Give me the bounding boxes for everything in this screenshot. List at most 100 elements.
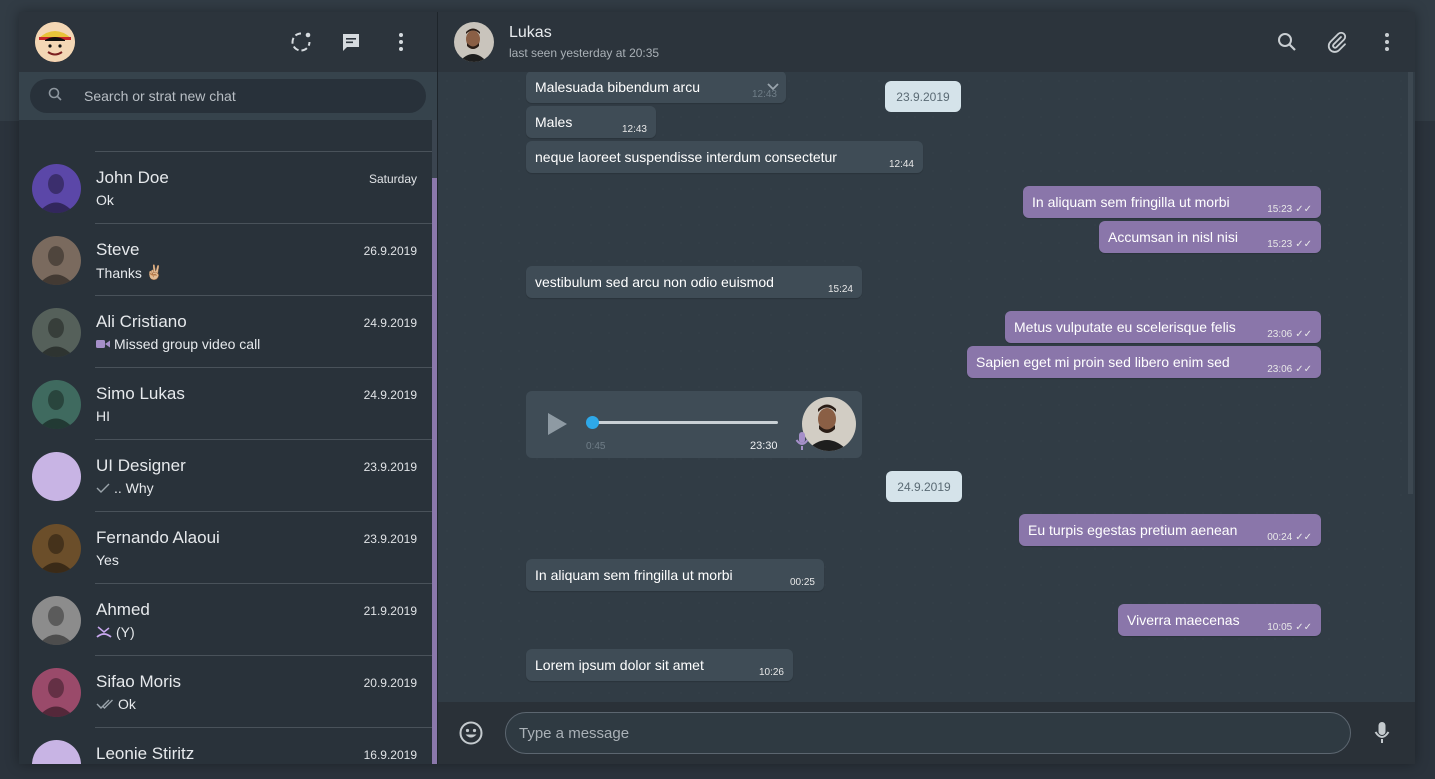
composer bbox=[438, 702, 1415, 764]
chat-list-scroll-thumb[interactable] bbox=[432, 120, 437, 178]
menu-kebab-icon[interactable] bbox=[389, 30, 413, 54]
chat-time: 21.9.2019 bbox=[363, 604, 417, 618]
message-time: 23:06 ✓✓ bbox=[1267, 329, 1312, 340]
chat-row[interactable]: Leonie Stiritz16.9.2019Danke😊 bbox=[19, 728, 432, 764]
emoji-icon[interactable] bbox=[459, 721, 483, 745]
conversation-header[interactable]: Lukas last seen yesterday at 20:35 bbox=[438, 12, 1415, 72]
contact-avatar[interactable] bbox=[32, 523, 81, 573]
chat-row[interactable]: Ahmed 21.9.2019 (Y) bbox=[19, 584, 432, 656]
new-chat-icon[interactable] bbox=[339, 30, 363, 54]
contact-avatar[interactable] bbox=[32, 739, 81, 764]
search-input[interactable] bbox=[84, 88, 384, 104]
conversation: Lukas last seen yesterday at 20:35 Males… bbox=[438, 12, 1415, 764]
chat-row[interactable]: John Doe Saturday Ok bbox=[19, 152, 432, 224]
contact-avatar[interactable] bbox=[32, 307, 81, 357]
chevron-down-icon[interactable] bbox=[766, 79, 780, 95]
voice-progress-dot[interactable] bbox=[586, 416, 599, 429]
double-check-icon: ✓✓ bbox=[1295, 622, 1312, 633]
double-check-icon: ✓✓ bbox=[1295, 364, 1312, 375]
chat-row-meta: Sifao Moris 20.9.2019 Ok bbox=[95, 656, 432, 728]
message-bubble-in[interactable]: vestibulum sed arcu non odio euismod 15:… bbox=[526, 266, 862, 298]
message-bubble-in[interactable]: Malesuada bibendum arcu 12:43 bbox=[526, 72, 786, 103]
contact-avatar[interactable] bbox=[32, 667, 81, 717]
message-bubble-out[interactable]: In aliquam sem fringilla ut morbi 15:23 ✓… bbox=[1023, 186, 1321, 218]
message-text: Lorem ipsum dolor sit amet bbox=[535, 657, 704, 673]
double-check-icon: ✓✓ bbox=[1295, 204, 1312, 215]
double-check-icon: ✓✓ bbox=[1295, 329, 1312, 340]
chat-name: Fernando Alaoui bbox=[96, 528, 220, 547]
contact-name: Lukas bbox=[509, 24, 552, 41]
attach-icon[interactable] bbox=[1325, 30, 1349, 54]
contact-avatar[interactable] bbox=[32, 451, 81, 501]
chat-name: Simo Lukas bbox=[96, 384, 185, 403]
search-bar bbox=[19, 72, 437, 120]
message-time: 10:05 ✓✓ bbox=[1267, 622, 1312, 633]
message-bubble-out[interactable]: Sapien eget mi proin sed libero enim sed… bbox=[967, 346, 1321, 378]
play-icon[interactable] bbox=[546, 412, 568, 441]
mic-icon bbox=[795, 431, 809, 456]
message-text: Malesuada bibendum arcu bbox=[535, 79, 700, 95]
message-text: Sapien eget mi proin sed libero enim sed bbox=[976, 354, 1230, 370]
message-bubble-out[interactable]: Eu turpis egestas pretium aenean 00:24 ✓✓ bbox=[1019, 514, 1321, 546]
message-time: 12:43 bbox=[621, 124, 647, 135]
message-bubble-in[interactable]: In aliquam sem fringilla ut morbi 00:25 bbox=[526, 559, 824, 591]
chat-row[interactable]: Fernando Alaoui 23.9.2019 Yes bbox=[19, 512, 432, 584]
message-time: 15:23 ✓✓ bbox=[1267, 204, 1312, 215]
search-box[interactable] bbox=[30, 79, 426, 113]
chat-last-message: Ok bbox=[96, 696, 136, 712]
chat-menu-icon[interactable] bbox=[1375, 30, 1399, 54]
last-message-text: Missed group video call bbox=[114, 336, 261, 352]
message-scrollbar[interactable] bbox=[1408, 72, 1413, 494]
contact-info: Lukas last seen yesterday at 20:35 bbox=[509, 24, 659, 60]
chat-row[interactable]: UI Designer 23.9.2019 .. Why bbox=[19, 440, 432, 512]
contact-avatar[interactable] bbox=[32, 379, 81, 429]
message-bubble-out[interactable]: Metus vulputate eu scelerisque felis 23:… bbox=[1005, 311, 1321, 343]
message-area[interactable]: Malesuada bibendum arcu 12:43 Males 12:4… bbox=[438, 72, 1415, 702]
check-icon bbox=[96, 483, 110, 493]
voice-message: 0:45 23:30 bbox=[526, 391, 862, 458]
message-bubble-in[interactable]: Lorem ipsum dolor sit amet 10:26 bbox=[526, 649, 793, 681]
chat-row[interactable]: Sifao Moris 20.9.2019 Ok bbox=[19, 656, 432, 728]
last-message-text: Thanks bbox=[96, 264, 142, 281]
chat-row-meta: Fernando Alaoui 23.9.2019 Yes bbox=[95, 512, 432, 584]
chat-time: 24.9.2019 bbox=[363, 388, 417, 402]
message-time: 15:23 ✓✓ bbox=[1267, 239, 1312, 250]
message-bubble-out[interactable]: Accumsan in nisl nisi 15:23 ✓✓ bbox=[1099, 221, 1321, 253]
message-text: Metus vulputate eu scelerisque felis bbox=[1014, 319, 1236, 335]
voice-track[interactable] bbox=[592, 421, 778, 424]
chat-time: 20.9.2019 bbox=[363, 676, 417, 690]
chat-row[interactable]: Ali Cristiano 24.9.2019 Missed group video… bbox=[19, 296, 432, 368]
message-text: Males bbox=[535, 114, 573, 130]
voice-sender-avatar bbox=[802, 397, 856, 451]
double-check-icon: ✓✓ bbox=[1295, 239, 1312, 250]
contact-avatar[interactable] bbox=[454, 22, 494, 62]
message-bubble-in[interactable]: neque laoreet suspendisse interdum conse… bbox=[526, 141, 923, 173]
chat-name: Ali Cristiano bbox=[96, 312, 187, 331]
sidebar-header bbox=[19, 12, 437, 72]
message-text: vestibulum sed arcu non odio euismod bbox=[535, 274, 774, 290]
contact-avatar[interactable] bbox=[32, 235, 81, 285]
chat-list-scrollbar[interactable] bbox=[432, 120, 437, 764]
my-avatar[interactable] bbox=[35, 22, 75, 62]
chat-row-meta: Ali Cristiano 24.9.2019 Missed group video… bbox=[95, 296, 432, 368]
message-time: 00:24 ✓✓ bbox=[1267, 532, 1312, 543]
search-icon bbox=[48, 87, 62, 106]
contact-avatar[interactable] bbox=[32, 163, 81, 213]
chat-name: Steve bbox=[96, 240, 140, 259]
status-icon[interactable] bbox=[289, 30, 313, 54]
mic-icon[interactable] bbox=[1370, 721, 1394, 745]
search-icon[interactable] bbox=[1275, 30, 1299, 54]
chat-row[interactable]: Steve 26.9.2019 Thanks ✌🏼 bbox=[19, 224, 432, 296]
chat-time: Saturday bbox=[368, 172, 417, 186]
chat-name: Ahmed bbox=[96, 600, 150, 619]
chat-row[interactable]: Simo Lukas 24.9.2019 HI bbox=[19, 368, 432, 440]
message-input[interactable] bbox=[505, 712, 1351, 754]
message-time: 00:25 bbox=[789, 577, 815, 588]
message-bubble-out[interactable]: Viverra maecenas 10:05 ✓✓ bbox=[1118, 604, 1321, 636]
chat-row-hidden[interactable] bbox=[19, 120, 432, 152]
message-time: 23:06 ✓✓ bbox=[1267, 364, 1312, 375]
message-bubble-in[interactable]: Males 12:43 bbox=[526, 106, 656, 138]
contact-avatar[interactable] bbox=[32, 595, 81, 645]
last-message-text: Yes bbox=[96, 552, 119, 568]
last-seen: last seen yesterday at 20:35 bbox=[509, 46, 660, 60]
